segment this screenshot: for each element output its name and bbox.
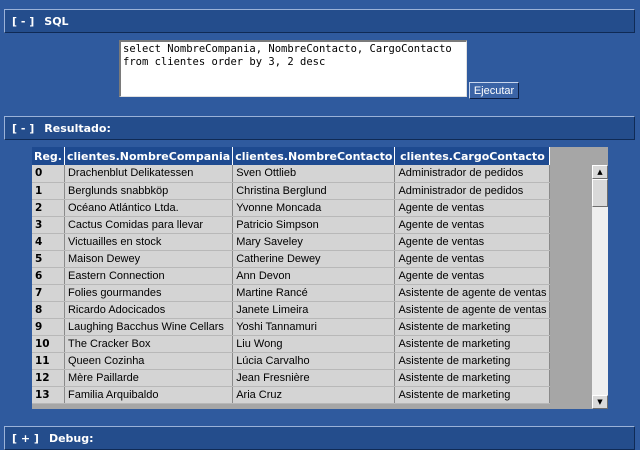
table-row[interactable]: 6 Eastern Connection Ann Devon Agente de ve… [32,267,551,285]
results-grid: Reg. clientes.NombreCompania clientes.No… [32,147,608,409]
cell-nombre-compania: Cactus Comidas para llevar [64,216,234,234]
cell-nombre-compania: Océano Atlántico Ltda. [64,199,234,217]
table-header-row: Reg. clientes.NombreCompania clientes.No… [32,147,551,165]
results-table: Reg. clientes.NombreCompania clientes.No… [32,147,551,404]
cell-nombre-contacto: Jean Fresnière [232,369,396,387]
sql-query-input[interactable]: select NombreCompania, NombreContacto, C… [119,40,467,97]
sql-collapse-toggle[interactable]: [ - ] [12,15,34,28]
cell-nombre-compania: Familia Arquibaldo [64,386,234,404]
table-row[interactable]: 4 Victuailles en stock Mary Saveley Agente … [32,233,551,251]
cell-nombre-contacto: Aria Cruz [232,386,396,404]
row-reg-number: 12 [32,369,65,387]
execute-button[interactable]: Ejecutar [469,82,519,99]
cell-nombre-compania: The Cracker Box [64,335,234,353]
row-reg-number: 3 [32,216,65,234]
table-row[interactable]: 7 Folies gourmandes Martine Rancé Asistente… [32,284,551,302]
scroll-up-icon[interactable]: ▲ [592,165,608,179]
cell-cargo-contacto: Asistente de marketing [394,335,551,353]
table-row[interactable]: 0 Drachenblut Delikatessen Sven Ottlieb Adm… [32,165,551,183]
sql-section-title: SQL [44,14,69,28]
cell-cargo-contacto: Agente de ventas [394,233,551,251]
result-collapse-toggle[interactable]: [ - ] [12,122,34,135]
result-section-title: Resultado: [44,121,111,135]
row-reg-number: 11 [32,352,65,370]
cell-nombre-contacto: Patricio Simpson [232,216,396,234]
cell-cargo-contacto: Agente de ventas [394,267,551,285]
table-row[interactable]: 11 Queen Cozinha Lúcia Carvalho Asistente d… [32,352,551,370]
cell-nombre-compania: Queen Cozinha [64,352,234,370]
table-row[interactable]: 10 The Cracker Box Liu Wong Asistente de ma… [32,335,551,353]
row-reg-number: 6 [32,267,65,285]
cell-cargo-contacto: Asistente de marketing [394,369,551,387]
row-reg-number: 0 [32,165,65,183]
cell-nombre-contacto: Yvonne Moncada [232,199,396,217]
cell-nombre-compania: Laughing Bacchus Wine Cellars [64,318,234,336]
cell-nombre-contacto: Christina Berglund [232,182,396,200]
cell-nombre-contacto: Catherine Dewey [232,250,396,268]
cell-nombre-contacto: Janete Limeira [232,301,396,319]
scroll-thumb[interactable] [592,179,608,207]
cell-nombre-compania: Maison Dewey [64,250,234,268]
cell-nombre-compania: Victuailles en stock [64,233,234,251]
cell-nombre-contacto: Mary Saveley [232,233,396,251]
cell-nombre-compania: Folies gourmandes [64,284,234,302]
column-header-reg[interactable]: Reg. [32,147,65,165]
cell-nombre-compania: Mère Paillarde [64,369,234,387]
debug-expand-toggle[interactable]: [ + ] [12,432,39,445]
debug-section-header: [ + ] Debug: [4,426,635,450]
sql-section-header: [ - ] SQL [4,9,635,33]
cell-nombre-compania: Drachenblut Delikatessen [64,165,234,183]
cell-cargo-contacto: Administrador de pedidos [394,165,551,183]
cell-cargo-contacto: Agente de ventas [394,250,551,268]
row-reg-number: 10 [32,335,65,353]
cell-nombre-compania: Ricardo Adocicados [64,301,234,319]
table-row[interactable]: 12 Mère Paillarde Jean Fresnière Asistente … [32,369,551,387]
table-row[interactable]: 13 Familia Arquibaldo Aria Cruz Asistente d… [32,386,551,404]
cell-nombre-contacto: Ann Devon [232,267,396,285]
table-row[interactable]: 8 Ricardo Adocicados Janete Limeira Asisten… [32,301,551,319]
cell-nombre-contacto: Liu Wong [232,335,396,353]
row-reg-number: 1 [32,182,65,200]
column-header-nombre-contacto[interactable]: clientes.NombreContacto [232,147,396,165]
scroll-down-icon[interactable]: ▼ [592,395,608,409]
cell-cargo-contacto: Asistente de marketing [394,386,551,404]
cell-cargo-contacto: Asistente de agente de ventas [394,284,551,302]
cell-nombre-contacto: Martine Rancé [232,284,396,302]
row-reg-number: 4 [32,233,65,251]
table-row[interactable]: 9 Laughing Bacchus Wine Cellars Yoshi Tann… [32,318,551,336]
row-reg-number: 7 [32,284,65,302]
cell-nombre-compania: Eastern Connection [64,267,234,285]
cell-nombre-compania: Berglunds snabbköp [64,182,234,200]
cell-cargo-contacto: Asistente de marketing [394,318,551,336]
row-reg-number: 2 [32,199,65,217]
results-scrollbar[interactable]: ▲ ▼ [592,165,608,409]
debug-section-title: Debug: [48,431,94,445]
result-section-header: [ - ] Resultado: [4,116,635,140]
cell-nombre-contacto: Yoshi Tannamuri [232,318,396,336]
row-reg-number: 8 [32,301,65,319]
cell-cargo-contacto: Asistente de agente de ventas [394,301,551,319]
cell-cargo-contacto: Agente de ventas [394,216,551,234]
table-row[interactable]: 5 Maison Dewey Catherine Dewey Agente de ve… [32,250,551,268]
table-row[interactable]: 2 Océano Atlántico Ltda. Yvonne Moncada Age… [32,199,551,217]
row-reg-number: 9 [32,318,65,336]
row-reg-number: 13 [32,386,65,404]
table-row[interactable]: 1 Berglunds snabbköp Christina Berglund Adm… [32,182,551,200]
column-header-cargo-contacto[interactable]: clientes.CargoContacto [394,147,551,165]
cell-cargo-contacto: Agente de ventas [394,199,551,217]
cell-nombre-contacto: Lúcia Carvalho [232,352,396,370]
row-reg-number: 5 [32,250,65,268]
cell-nombre-contacto: Sven Ottlieb [232,165,396,183]
cell-cargo-contacto: Administrador de pedidos [394,182,551,200]
table-row[interactable]: 3 Cactus Comidas para llevar Patricio Simp… [32,216,551,234]
cell-cargo-contacto: Asistente de marketing [394,352,551,370]
column-header-nombre-compania[interactable]: clientes.NombreCompania [64,147,234,165]
